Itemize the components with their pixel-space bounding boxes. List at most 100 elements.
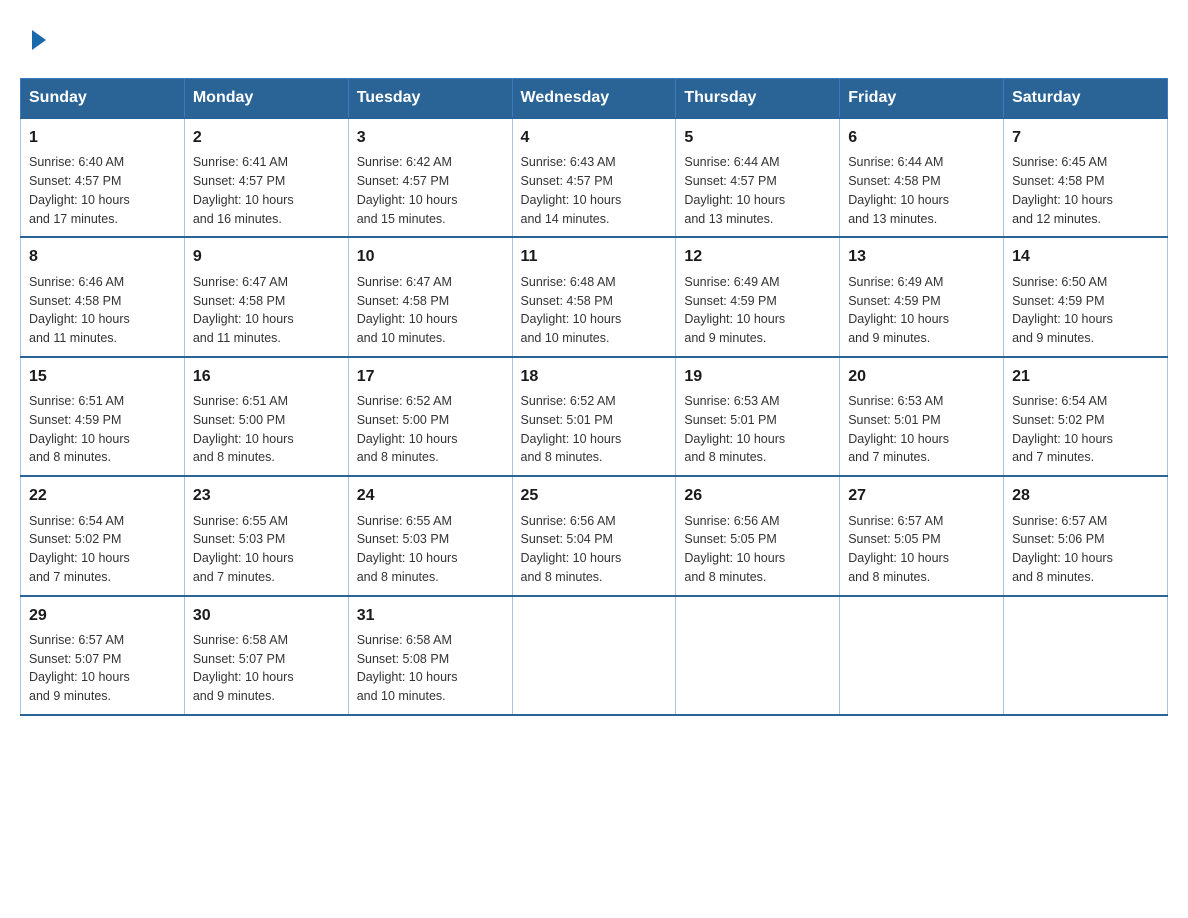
- calendar-cell: 15 Sunrise: 6:51 AMSunset: 4:59 PMDaylig…: [21, 357, 185, 476]
- day-number: 9: [193, 246, 340, 268]
- calendar-cell: 7 Sunrise: 6:45 AMSunset: 4:58 PMDayligh…: [1004, 118, 1168, 237]
- day-info: Sunrise: 6:52 AMSunset: 5:00 PMDaylight:…: [357, 394, 458, 464]
- day-info: Sunrise: 6:49 AMSunset: 4:59 PMDaylight:…: [848, 275, 949, 345]
- day-info: Sunrise: 6:56 AMSunset: 5:04 PMDaylight:…: [521, 514, 622, 584]
- calendar-cell: 22 Sunrise: 6:54 AMSunset: 5:02 PMDaylig…: [21, 476, 185, 595]
- day-info: Sunrise: 6:58 AMSunset: 5:07 PMDaylight:…: [193, 633, 294, 703]
- calendar-cell: 14 Sunrise: 6:50 AMSunset: 4:59 PMDaylig…: [1004, 237, 1168, 356]
- day-number: 31: [357, 605, 504, 627]
- logo-triangle-icon: [32, 30, 46, 50]
- calendar-cell: 26 Sunrise: 6:56 AMSunset: 5:05 PMDaylig…: [676, 476, 840, 595]
- calendar-cell: 8 Sunrise: 6:46 AMSunset: 4:58 PMDayligh…: [21, 237, 185, 356]
- calendar-cell: 27 Sunrise: 6:57 AMSunset: 5:05 PMDaylig…: [840, 476, 1004, 595]
- calendar-cell: 28 Sunrise: 6:57 AMSunset: 5:06 PMDaylig…: [1004, 476, 1168, 595]
- day-number: 11: [521, 246, 668, 268]
- calendar-cell: 5 Sunrise: 6:44 AMSunset: 4:57 PMDayligh…: [676, 118, 840, 237]
- day-info: Sunrise: 6:52 AMSunset: 5:01 PMDaylight:…: [521, 394, 622, 464]
- calendar-cell: 11 Sunrise: 6:48 AMSunset: 4:58 PMDaylig…: [512, 237, 676, 356]
- day-number: 8: [29, 246, 176, 268]
- day-info: Sunrise: 6:54 AMSunset: 5:02 PMDaylight:…: [29, 514, 130, 584]
- day-info: Sunrise: 6:40 AMSunset: 4:57 PMDaylight:…: [29, 155, 130, 225]
- calendar-cell: 30 Sunrise: 6:58 AMSunset: 5:07 PMDaylig…: [184, 596, 348, 715]
- week-row-1: 1 Sunrise: 6:40 AMSunset: 4:57 PMDayligh…: [21, 118, 1168, 237]
- calendar-cell: 19 Sunrise: 6:53 AMSunset: 5:01 PMDaylig…: [676, 357, 840, 476]
- week-row-2: 8 Sunrise: 6:46 AMSunset: 4:58 PMDayligh…: [21, 237, 1168, 356]
- calendar-cell: 12 Sunrise: 6:49 AMSunset: 4:59 PMDaylig…: [676, 237, 840, 356]
- day-number: 23: [193, 485, 340, 507]
- day-number: 12: [684, 246, 831, 268]
- day-number: 4: [521, 127, 668, 149]
- day-number: 13: [848, 246, 995, 268]
- day-number: 21: [1012, 366, 1159, 388]
- day-number: 18: [521, 366, 668, 388]
- calendar-cell: 18 Sunrise: 6:52 AMSunset: 5:01 PMDaylig…: [512, 357, 676, 476]
- weekday-header-thursday: Thursday: [676, 79, 840, 119]
- day-info: Sunrise: 6:46 AMSunset: 4:58 PMDaylight:…: [29, 275, 130, 345]
- weekday-header-sunday: Sunday: [21, 79, 185, 119]
- calendar-cell: 13 Sunrise: 6:49 AMSunset: 4:59 PMDaylig…: [840, 237, 1004, 356]
- day-number: 6: [848, 127, 995, 149]
- calendar-cell: 1 Sunrise: 6:40 AMSunset: 4:57 PMDayligh…: [21, 118, 185, 237]
- weekday-header-tuesday: Tuesday: [348, 79, 512, 119]
- day-number: 7: [1012, 127, 1159, 149]
- day-info: Sunrise: 6:55 AMSunset: 5:03 PMDaylight:…: [357, 514, 458, 584]
- day-number: 5: [684, 127, 831, 149]
- day-number: 14: [1012, 246, 1159, 268]
- logo-line1: [30, 30, 46, 58]
- calendar-cell: 23 Sunrise: 6:55 AMSunset: 5:03 PMDaylig…: [184, 476, 348, 595]
- calendar-cell: 31 Sunrise: 6:58 AMSunset: 5:08 PMDaylig…: [348, 596, 512, 715]
- day-info: Sunrise: 6:55 AMSunset: 5:03 PMDaylight:…: [193, 514, 294, 584]
- day-info: Sunrise: 6:51 AMSunset: 4:59 PMDaylight:…: [29, 394, 130, 464]
- page-header: [20, 20, 1168, 58]
- calendar-cell: 16 Sunrise: 6:51 AMSunset: 5:00 PMDaylig…: [184, 357, 348, 476]
- day-info: Sunrise: 6:54 AMSunset: 5:02 PMDaylight:…: [1012, 394, 1113, 464]
- day-number: 17: [357, 366, 504, 388]
- day-number: 25: [521, 485, 668, 507]
- day-info: Sunrise: 6:44 AMSunset: 4:58 PMDaylight:…: [848, 155, 949, 225]
- day-info: Sunrise: 6:57 AMSunset: 5:06 PMDaylight:…: [1012, 514, 1113, 584]
- day-info: Sunrise: 6:57 AMSunset: 5:05 PMDaylight:…: [848, 514, 949, 584]
- day-info: Sunrise: 6:43 AMSunset: 4:57 PMDaylight:…: [521, 155, 622, 225]
- day-number: 22: [29, 485, 176, 507]
- calendar-body: 1 Sunrise: 6:40 AMSunset: 4:57 PMDayligh…: [21, 118, 1168, 715]
- weekday-header-saturday: Saturday: [1004, 79, 1168, 119]
- day-info: Sunrise: 6:57 AMSunset: 5:07 PMDaylight:…: [29, 633, 130, 703]
- day-number: 30: [193, 605, 340, 627]
- calendar-cell: [676, 596, 840, 715]
- day-info: Sunrise: 6:48 AMSunset: 4:58 PMDaylight:…: [521, 275, 622, 345]
- calendar-cell: 21 Sunrise: 6:54 AMSunset: 5:02 PMDaylig…: [1004, 357, 1168, 476]
- weekday-header-wednesday: Wednesday: [512, 79, 676, 119]
- calendar-cell: [1004, 596, 1168, 715]
- day-number: 26: [684, 485, 831, 507]
- day-number: 10: [357, 246, 504, 268]
- day-number: 3: [357, 127, 504, 149]
- day-number: 15: [29, 366, 176, 388]
- week-row-5: 29 Sunrise: 6:57 AMSunset: 5:07 PMDaylig…: [21, 596, 1168, 715]
- calendar-cell: 20 Sunrise: 6:53 AMSunset: 5:01 PMDaylig…: [840, 357, 1004, 476]
- calendar-cell: 2 Sunrise: 6:41 AMSunset: 4:57 PMDayligh…: [184, 118, 348, 237]
- week-row-3: 15 Sunrise: 6:51 AMSunset: 4:59 PMDaylig…: [21, 357, 1168, 476]
- day-info: Sunrise: 6:53 AMSunset: 5:01 PMDaylight:…: [848, 394, 949, 464]
- day-info: Sunrise: 6:47 AMSunset: 4:58 PMDaylight:…: [357, 275, 458, 345]
- day-info: Sunrise: 6:58 AMSunset: 5:08 PMDaylight:…: [357, 633, 458, 703]
- weekday-header-friday: Friday: [840, 79, 1004, 119]
- day-info: Sunrise: 6:41 AMSunset: 4:57 PMDaylight:…: [193, 155, 294, 225]
- calendar-header: SundayMondayTuesdayWednesdayThursdayFrid…: [21, 79, 1168, 119]
- day-info: Sunrise: 6:53 AMSunset: 5:01 PMDaylight:…: [684, 394, 785, 464]
- calendar-cell: 17 Sunrise: 6:52 AMSunset: 5:00 PMDaylig…: [348, 357, 512, 476]
- day-number: 19: [684, 366, 831, 388]
- calendar-cell: 4 Sunrise: 6:43 AMSunset: 4:57 PMDayligh…: [512, 118, 676, 237]
- calendar-cell: [840, 596, 1004, 715]
- day-number: 1: [29, 127, 176, 149]
- day-info: Sunrise: 6:51 AMSunset: 5:00 PMDaylight:…: [193, 394, 294, 464]
- day-info: Sunrise: 6:47 AMSunset: 4:58 PMDaylight:…: [193, 275, 294, 345]
- calendar-cell: [512, 596, 676, 715]
- weekday-header-row: SundayMondayTuesdayWednesdayThursdayFrid…: [21, 79, 1168, 119]
- day-number: 28: [1012, 485, 1159, 507]
- logo-wrapper: [30, 30, 46, 58]
- day-number: 20: [848, 366, 995, 388]
- week-row-4: 22 Sunrise: 6:54 AMSunset: 5:02 PMDaylig…: [21, 476, 1168, 595]
- calendar-cell: 24 Sunrise: 6:55 AMSunset: 5:03 PMDaylig…: [348, 476, 512, 595]
- calendar-cell: 29 Sunrise: 6:57 AMSunset: 5:07 PMDaylig…: [21, 596, 185, 715]
- calendar-cell: 6 Sunrise: 6:44 AMSunset: 4:58 PMDayligh…: [840, 118, 1004, 237]
